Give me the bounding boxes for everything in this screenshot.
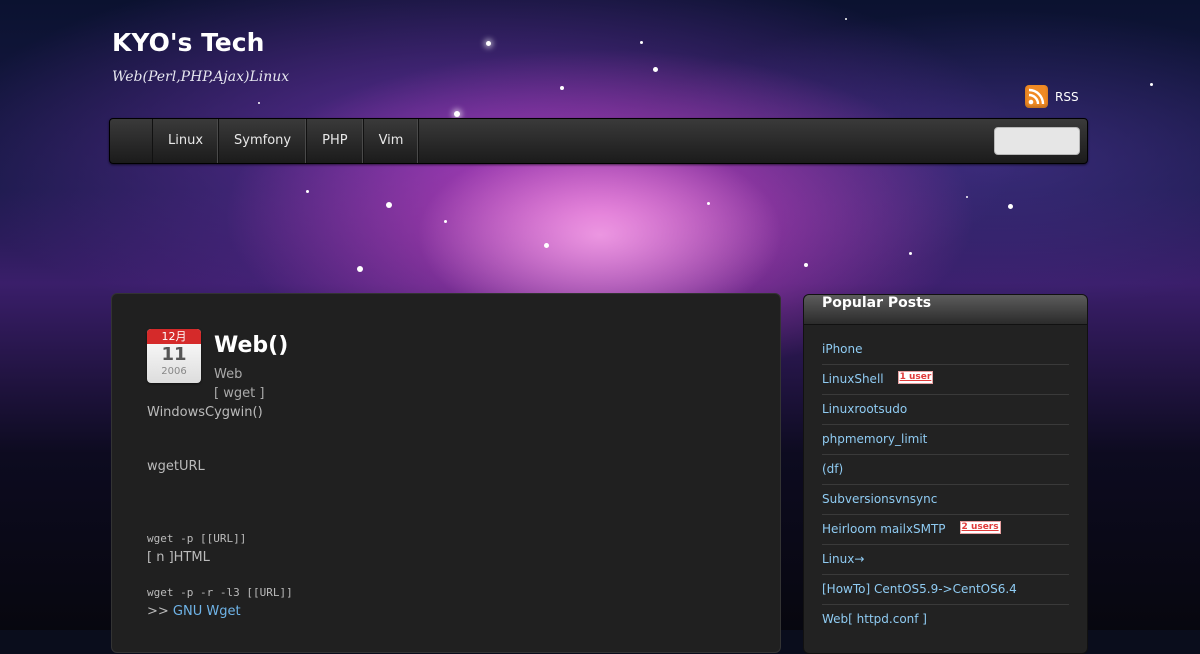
post-text-prefix: >> [147, 604, 173, 619]
post-date-badge: 12月 11 2006 [147, 329, 201, 383]
popular-post-link[interactable]: Linuxrootsudo [822, 395, 907, 424]
gnu-wget-link[interactable]: GNU Wget [173, 604, 241, 619]
popular-post-link[interactable]: Heirloom mailxSMTP [822, 515, 946, 544]
star [560, 86, 564, 90]
post-paragraph: wgetURL [147, 459, 205, 474]
star [486, 41, 491, 46]
post-paragraph: WindowsCygwin() [147, 405, 263, 420]
star [1008, 204, 1013, 209]
star [909, 252, 912, 255]
popular-post-item[interactable]: [HowTo] CentOS5.9->CentOS6.4 [822, 575, 1069, 605]
nav-item-symfony[interactable]: Symfony [219, 119, 308, 163]
popular-post-item[interactable]: phpmemory_limit [822, 425, 1069, 455]
post-date-month: 12月 [147, 329, 201, 344]
star [804, 263, 808, 267]
star [454, 111, 460, 117]
popular-post-item[interactable]: iPhone [822, 335, 1069, 365]
popular-posts-widget: Popular Posts iPhone LinuxShell 1 user Li… [803, 294, 1088, 654]
star [845, 18, 847, 20]
nav-menu: Linux Symfony PHP Vim [152, 119, 420, 163]
search-input[interactable] [994, 127, 1080, 155]
rss-link[interactable]: RSS [1025, 85, 1079, 108]
popular-post-item[interactable]: Subversionsvnsync [822, 485, 1069, 515]
post-paragraph: >> GNU Wget [147, 604, 241, 619]
nav-item-php[interactable]: PHP [307, 119, 364, 163]
star [966, 196, 968, 198]
post-tags[interactable]: [ wget ] [214, 386, 264, 401]
star [1150, 83, 1153, 86]
post-article: 12月 11 2006 Web() Web [ wget ] WindowsCy… [111, 293, 781, 653]
star [640, 41, 643, 44]
popular-post-item[interactable]: Linux→ [822, 545, 1069, 575]
popular-post-link[interactable]: (df) [822, 455, 843, 484]
popular-post-link[interactable]: Subversionsvnsync [822, 485, 937, 514]
post-title[interactable]: Web() [214, 333, 288, 358]
post-paragraph: [ n ]HTML [147, 550, 210, 565]
nav-item-linux[interactable]: Linux [153, 119, 220, 163]
nav-item-vim[interactable]: Vim [364, 119, 420, 163]
main-navigation: Linux Symfony PHP Vim [109, 118, 1088, 164]
star [306, 190, 309, 193]
site-tagline: Web(Perl,PHP,Ajax)Linux [112, 69, 290, 85]
star [357, 266, 363, 272]
bookmark-users-badge[interactable]: 1 user [897, 371, 934, 384]
popular-post-link[interactable]: Linux→ [822, 545, 864, 574]
popular-post-item[interactable]: Linuxrootsudo [822, 395, 1069, 425]
star [653, 67, 658, 72]
post-date-year: 2006 [161, 366, 187, 377]
popular-post-item[interactable]: LinuxShell 1 user [822, 365, 1069, 395]
popular-post-item[interactable]: (df) [822, 455, 1069, 485]
rss-icon [1025, 85, 1048, 108]
site-title[interactable]: KYO's Tech [112, 28, 264, 57]
popular-post-link[interactable]: [HowTo] CentOS5.9->CentOS6.4 [822, 575, 1017, 604]
popular-posts-heading: Popular Posts [804, 295, 1087, 325]
rss-label: RSS [1055, 89, 1079, 104]
post-code: wget -p [[URL]] [147, 532, 247, 545]
popular-post-link[interactable]: LinuxShell [822, 365, 884, 394]
star [444, 220, 447, 223]
popular-post-link[interactable]: iPhone [822, 335, 863, 364]
bookmark-users-badge[interactable]: 2 users [959, 521, 1001, 534]
post-category[interactable]: Web [214, 367, 242, 382]
star [386, 202, 392, 208]
popular-posts-list: iPhone LinuxShell 1 user Linuxrootsudo ph… [804, 325, 1087, 634]
post-date-day: 11 [161, 344, 187, 365]
star [707, 202, 710, 205]
popular-post-item[interactable]: Heirloom mailxSMTP 2 users [822, 515, 1069, 545]
post-code: wget -p -r -l3 [[URL]] [147, 586, 293, 599]
star [544, 243, 549, 248]
popular-post-link[interactable]: phpmemory_limit [822, 425, 927, 454]
star [258, 102, 260, 104]
